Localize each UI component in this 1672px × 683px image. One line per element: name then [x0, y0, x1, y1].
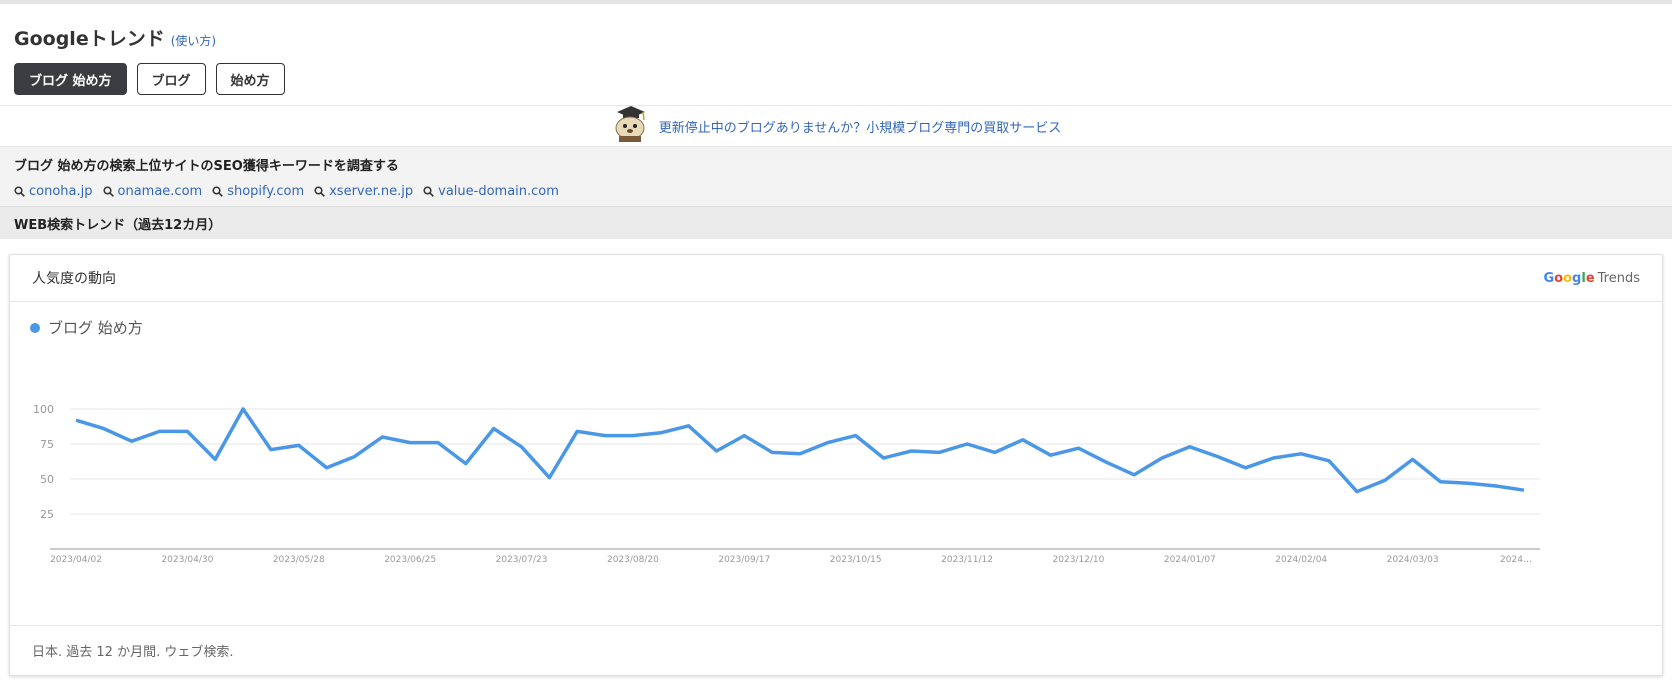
promo-banner: 更新停止中のブログありませんか？小規模ブログ専門の買取サービス — [0, 106, 1672, 147]
header: Googleトレンド (使い方) ブログ 始め方 ブログ 始め方 — [0, 4, 1672, 106]
card-title: 人気度の動向 — [32, 271, 116, 287]
x-tick-label: 2023/05/28 — [273, 555, 325, 565]
seo-section: ブログ 始め方の検索上位サイトのSEO獲得キーワードを調査する conoha.j… — [0, 147, 1672, 207]
search-icon — [314, 186, 325, 197]
trends-logo-text: Trends — [1597, 270, 1640, 286]
x-tick-label: 2023/11/12 — [941, 555, 993, 565]
x-tick-label: 2023/12/10 — [1053, 555, 1105, 565]
search-icon — [14, 186, 25, 197]
y-tick-label: 75 — [40, 438, 54, 451]
seo-site-label: onamae.com — [117, 184, 203, 199]
seo-site-label: conoha.jp — [29, 184, 93, 199]
x-tick-label: 2023/07/23 — [496, 555, 548, 565]
x-tick-label: 2024… — [1500, 555, 1532, 565]
search-icon — [212, 186, 224, 197]
chip-blog[interactable]: ブログ — [136, 63, 206, 95]
mascot-icon — [611, 106, 649, 146]
y-tick-label: 25 — [40, 508, 54, 521]
seo-site-label: value-domain.com — [438, 184, 559, 199]
chart-legend: ブログ 始め方 — [30, 317, 143, 338]
trends-card: 人気度の動向 Google Trends ブログ 始め方 25 50 75 100 20… — [9, 254, 1663, 676]
search-icon — [423, 186, 435, 197]
x-tick-label: 2023/06/25 — [384, 555, 436, 565]
search-icon — [102, 186, 114, 197]
seo-site-link[interactable]: shopify.com — [212, 184, 304, 199]
seo-site-link[interactable]: onamae.com — [102, 184, 203, 199]
chip-blog-start[interactable]: ブログ 始め方 — [14, 63, 127, 95]
seo-site-links: conoha.jp onamae.com shopify.com xserver… — [14, 184, 1658, 199]
seo-site-link[interactable]: value-domain.com — [423, 184, 559, 199]
x-tick-label: 2024/03/03 — [1387, 555, 1439, 565]
y-tick-label: 100 — [33, 403, 54, 416]
legend-label: ブログ 始め方 — [48, 319, 143, 337]
x-tick-label: 2023/10/15 — [830, 555, 882, 565]
keyword-chips: ブログ 始め方 ブログ 始め方 — [14, 63, 1658, 95]
chip-start[interactable]: 始め方 — [215, 63, 285, 95]
card-header: 人気度の動向 Google Trends — [10, 255, 1662, 302]
seo-site-link[interactable]: conoha.jp — [14, 184, 93, 199]
x-tick-label: 2023/09/17 — [718, 555, 770, 565]
seo-site-link[interactable]: xserver.ne.jp — [314, 184, 413, 199]
seo-title: ブログ 始め方の検索上位サイトのSEO獲得キーワードを調査する — [14, 159, 399, 174]
seo-site-label: xserver.ne.jp — [329, 184, 414, 199]
card-footer: 日本. 過去 12 か月間. ウェブ検索. — [10, 625, 1662, 675]
x-tick-label: 2023/04/30 — [161, 555, 213, 565]
trend-chart[interactable]: 25 50 75 100 2023/04/02 2023/04/30 2023/05/28 2… — [10, 345, 1662, 585]
help-link[interactable]: (使い方) — [171, 32, 216, 49]
x-tick-label: 2024/01/07 — [1164, 555, 1216, 565]
google-logo-text: Google — [1543, 270, 1595, 286]
y-tick-label: 50 — [40, 473, 54, 486]
x-tick-label: 2023/04/02 — [50, 555, 102, 565]
legend-dot-icon — [30, 322, 40, 333]
promo-link[interactable]: 更新停止中のブログありませんか？小規模ブログ専門の買取サービス — [659, 117, 1062, 136]
page-title: Googleトレンド — [14, 28, 165, 50]
x-tick-label: 2023/08/20 — [607, 555, 659, 565]
x-tick-label: 2024/02/04 — [1275, 555, 1327, 565]
seo-site-label: shopify.com — [227, 184, 305, 199]
google-trends-logo[interactable]: Google Trends — [1543, 271, 1640, 286]
trend-section-heading: WEB検索トレンド（過去12カ月） — [0, 207, 1672, 239]
